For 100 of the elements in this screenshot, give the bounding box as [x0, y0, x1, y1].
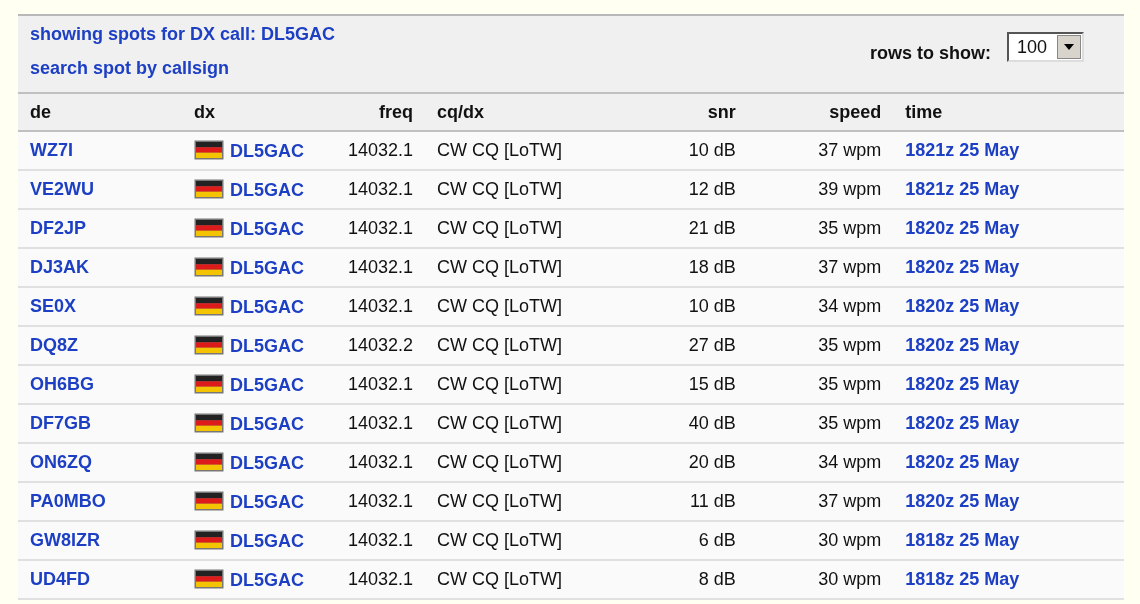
flag-icon [194, 256, 224, 277]
mode-cell: CW CQ [LoTW] [437, 218, 563, 238]
speed-cell: 30 wpm [818, 569, 882, 589]
flag-icon [194, 139, 224, 160]
time-link[interactable]: 1820z 25 May [905, 257, 1020, 277]
dx-call-link[interactable]: DL5GAC [230, 179, 304, 200]
flag-icon [194, 178, 224, 199]
frequency-cell: 14032.1 [348, 413, 414, 433]
time-link[interactable]: 1821z 25 May [905, 140, 1020, 160]
time-link[interactable]: 1820z 25 May [905, 374, 1020, 394]
dx-call-link[interactable]: DL5GAC [230, 413, 304, 434]
dx-call-link[interactable]: DL5GAC [230, 257, 304, 278]
snr-cell: 8 dB [698, 569, 736, 589]
mode-cell: CW CQ [LoTW] [437, 413, 563, 433]
column-header: time [893, 94, 1124, 131]
time-link[interactable]: 1818z 25 May [905, 530, 1020, 550]
snr-cell: 10 dB [688, 140, 736, 160]
column-header: dx [182, 94, 336, 131]
spotter-link[interactable]: VE2WU [30, 179, 94, 199]
speed-cell: 37 wpm [818, 140, 882, 160]
time-link[interactable]: 1820z 25 May [905, 491, 1020, 511]
snr-cell: 6 dB [698, 530, 736, 550]
spotter-link[interactable]: WZ7I [30, 140, 73, 160]
time-link[interactable]: 1820z 25 May [905, 218, 1020, 238]
snr-cell: 20 dB [688, 452, 736, 472]
flag-icon [194, 373, 224, 394]
dx-call-link[interactable]: DL5GAC [230, 491, 304, 512]
dx-call-link[interactable]: DL5GAC [230, 530, 304, 551]
flag-icon [194, 451, 224, 472]
snr-cell: 10 dB [688, 296, 736, 316]
search-link[interactable]: search spot by callsign [30, 58, 336, 79]
column-header: speed [747, 94, 894, 131]
frequency-cell: 14032.2 [348, 335, 414, 355]
spotter-link[interactable]: OH6BG [30, 374, 94, 394]
time-link[interactable]: 1820z 25 May [905, 335, 1020, 355]
frequency-cell: 14032.1 [348, 140, 414, 160]
snr-cell: 11 dB [690, 491, 736, 511]
snr-cell: 40 dB [688, 413, 736, 433]
dx-call-link[interactable]: DL5GAC [230, 569, 304, 590]
flag-icon [194, 334, 224, 355]
flag-icon [194, 490, 224, 511]
frequency-cell: 14032.1 [348, 218, 414, 238]
spotter-link[interactable]: DJ3AK [30, 257, 90, 277]
snr-cell: 18 dB [688, 257, 736, 277]
dx-call-link[interactable]: DL5GAC [230, 452, 304, 473]
speed-cell: 34 wpm [818, 452, 882, 472]
dx-call-link[interactable]: DL5GAC [230, 335, 304, 356]
column-header: snr [629, 94, 748, 131]
mode-cell: CW CQ [LoTW] [437, 140, 563, 160]
flag-icon [194, 295, 224, 316]
frequency-cell: 14032.1 [348, 491, 414, 511]
frequency-cell: 14032.1 [348, 179, 414, 199]
time-link[interactable]: 1820z 25 May [905, 296, 1020, 316]
rows-label: rows to show: [870, 42, 991, 64]
dx-call-link[interactable]: DL5GAC [230, 374, 304, 395]
spotter-link[interactable]: GW8IZR [30, 530, 100, 550]
snr-cell: 21 dB [688, 218, 736, 238]
speed-cell: 35 wpm [818, 218, 882, 238]
spotter-link[interactable]: DQ8Z [30, 335, 78, 355]
speed-cell: 35 wpm [818, 374, 882, 394]
spotter-link[interactable]: PA0MBO [30, 491, 106, 511]
speed-cell: 37 wpm [818, 491, 882, 511]
mode-cell: CW CQ [LoTW] [437, 296, 563, 316]
snr-cell: 15 dB [688, 374, 736, 394]
frequency-cell: 14032.1 [348, 257, 414, 277]
flag-icon [194, 568, 224, 589]
spotter-link[interactable]: DF7GB [30, 413, 91, 433]
spotter-link[interactable]: SE0X [30, 296, 77, 316]
speed-cell: 34 wpm [818, 296, 882, 316]
rows-select[interactable]: 100 [1007, 32, 1084, 62]
flag-icon [194, 217, 224, 238]
column-header: freq [336, 94, 426, 131]
snr-cell: 27 dB [688, 335, 736, 355]
frequency-cell: 14032.1 [348, 530, 414, 550]
dx-call-link[interactable]: showing spots for DX call: DL5GAC [30, 24, 336, 45]
time-link[interactable]: 1821z 25 May [905, 179, 1020, 199]
column-header: de [18, 94, 182, 131]
mode-cell: CW CQ [LoTW] [437, 569, 563, 589]
spotter-link[interactable]: DF2JP [30, 218, 87, 238]
frequency-cell: 14032.1 [348, 296, 414, 316]
speed-cell: 35 wpm [818, 413, 882, 433]
mode-cell: CW CQ [LoTW] [437, 452, 563, 472]
spotter-link[interactable]: ON6ZQ [30, 452, 92, 472]
mode-cell: CW CQ [LoTW] [437, 335, 563, 355]
flag-icon [194, 529, 224, 550]
spotter-link[interactable]: UD4FD [30, 569, 90, 589]
mode-cell: CW CQ [LoTW] [437, 491, 563, 511]
frequency-cell: 14032.1 [348, 452, 414, 472]
speed-cell: 30 wpm [818, 530, 882, 550]
dx-call-link[interactable]: DL5GAC [230, 296, 304, 317]
mode-cell: CW CQ [LoTW] [437, 374, 563, 394]
speed-cell: 39 wpm [818, 179, 882, 199]
time-link[interactable]: 1820z 25 May [905, 413, 1020, 433]
time-link[interactable]: 1818z 25 May [905, 569, 1020, 589]
speed-cell: 35 wpm [818, 335, 882, 355]
speed-cell: 37 wpm [818, 257, 882, 277]
mode-cell: CW CQ [LoTW] [437, 179, 563, 199]
dx-call-link[interactable]: DL5GAC [230, 140, 304, 161]
time-link[interactable]: 1820z 25 May [905, 452, 1020, 472]
dx-call-link[interactable]: DL5GAC [230, 218, 304, 239]
